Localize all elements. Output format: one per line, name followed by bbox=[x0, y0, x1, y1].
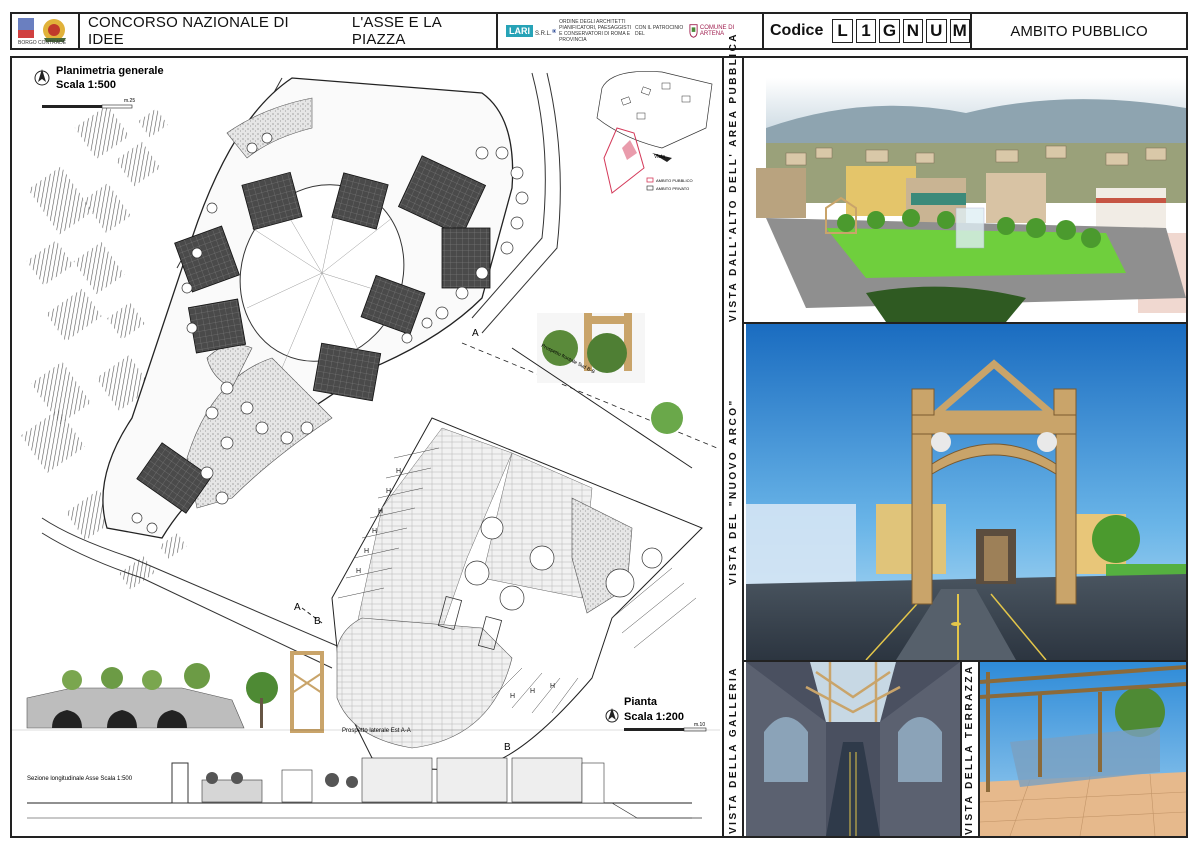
svg-text:Vista: Vista bbox=[654, 154, 665, 160]
pianta-scale: Scala 1:200 bbox=[624, 711, 684, 723]
svg-text:m.25: m.25 bbox=[124, 98, 135, 104]
terrazza-view-label: VISTA DELLA TERRAZZA bbox=[964, 664, 975, 836]
contest-title-cell: CONCORSO NAZIONALE DI IDEE L'ASSE E LA P… bbox=[80, 14, 498, 48]
svg-text:AMBITO PRIVATO: AMBITO PRIVATO bbox=[656, 186, 689, 191]
ordine-seal-icon bbox=[551, 28, 556, 34]
comune-shield-icon bbox=[689, 24, 698, 38]
ordine-architetti-logo: ORDINE DEGLI ARCHITETTI PIANIFICATORI, P… bbox=[551, 19, 635, 43]
south-elevation-thumb bbox=[511, 313, 693, 469]
label-divider bbox=[742, 56, 744, 838]
terrazza-render bbox=[980, 662, 1186, 836]
svg-text:H: H bbox=[372, 528, 377, 535]
contest-logo-cell: BORGO CONTRADE bbox=[12, 14, 80, 48]
code-char: U bbox=[926, 19, 947, 43]
east-elevation-label: Prospetto laterale Est A-A bbox=[342, 728, 411, 734]
aerial-render bbox=[746, 58, 1186, 322]
svg-text:A: A bbox=[472, 328, 479, 339]
svg-text:H: H bbox=[378, 508, 383, 515]
svg-text:H: H bbox=[386, 488, 391, 495]
master-scale-bar: m.25 bbox=[42, 98, 135, 109]
contest-subtitle: L'ASSE E LA PIAZZA bbox=[351, 14, 442, 48]
master-plan-scale: Scala 1:500 bbox=[56, 79, 116, 91]
master-plan-title: Planimetria generale bbox=[56, 65, 164, 77]
longitudinal-section bbox=[27, 757, 702, 819]
galleria-view-label: VISTA DELLA GALLERIA bbox=[728, 666, 739, 834]
code-char: N bbox=[902, 19, 924, 43]
svg-text:H: H bbox=[364, 548, 369, 555]
site-drawings: m.25 Planimetria generale Scala 1:500 Vi… bbox=[12, 65, 720, 819]
galleria-render bbox=[746, 662, 960, 836]
drawings-panel: m.25 Planimetria generale Scala 1:500 Vi… bbox=[12, 58, 720, 836]
svg-text:B: B bbox=[504, 742, 511, 753]
contest-title: CONCORSO NAZIONALE DI IDEE bbox=[88, 14, 289, 48]
pianta-north-arrow bbox=[605, 708, 619, 723]
svg-text:m.10: m.10 bbox=[694, 722, 705, 728]
svg-text:H: H bbox=[550, 683, 555, 690]
lari-logo: LARI S.R.L. bbox=[506, 25, 552, 37]
patrocinio-label: CON IL PATROCINIO DEL bbox=[635, 25, 684, 37]
sponsors-cell: LARI S.R.L. ORDINE DEGLI ARCHITETTI PIANI… bbox=[498, 14, 764, 48]
comune-artena-logo: COMUNE DI ARTENA bbox=[689, 23, 754, 39]
svg-text:AMBITO PUBBLICO: AMBITO PUBBLICO bbox=[656, 178, 693, 183]
svg-text:H: H bbox=[510, 693, 515, 700]
code-label: Codice bbox=[770, 22, 824, 39]
pianta-scale-bar: m.10 bbox=[624, 722, 707, 732]
svg-text:BORGO CONTRADE: BORGO CONTRADE bbox=[18, 40, 67, 46]
ambito-label: AMBITO PUBBLICO bbox=[1010, 22, 1148, 40]
aerial-view-label: VISTA DALL'ALTO DELL' AREA PUBBLICA bbox=[728, 31, 739, 322]
borgo-contrade-logo: BORGO CONTRADE bbox=[18, 18, 67, 46]
svg-text:H: H bbox=[356, 568, 361, 575]
render-divider bbox=[960, 660, 962, 838]
arco-view-label: VISTA DEL "NUOVO ARCO" bbox=[728, 398, 739, 586]
svg-text:A: A bbox=[294, 602, 301, 613]
code-char: G bbox=[879, 19, 900, 43]
svg-text:H: H bbox=[396, 468, 401, 475]
header-bar: BORGO CONTRADE CONCORSO NAZIONALE DI IDE… bbox=[10, 12, 1188, 50]
locator-map: Vista AMBITO PUBBLICO AMBITO PRIVATO bbox=[596, 71, 713, 194]
master-north-arrow bbox=[34, 69, 50, 86]
code-char: M bbox=[949, 19, 970, 43]
pianta-title: Pianta bbox=[624, 696, 658, 708]
code-cell: Codice L 1 G N U M bbox=[764, 14, 972, 48]
board-divider bbox=[722, 56, 724, 838]
code-char: L bbox=[832, 19, 853, 43]
arco-render bbox=[746, 324, 1186, 660]
svg-text:B: B bbox=[314, 616, 321, 627]
svg-text:H: H bbox=[530, 688, 535, 695]
section-label: Sezione longitudinale Asse Scala 1:500 bbox=[27, 776, 133, 782]
code-char: 1 bbox=[855, 19, 877, 43]
